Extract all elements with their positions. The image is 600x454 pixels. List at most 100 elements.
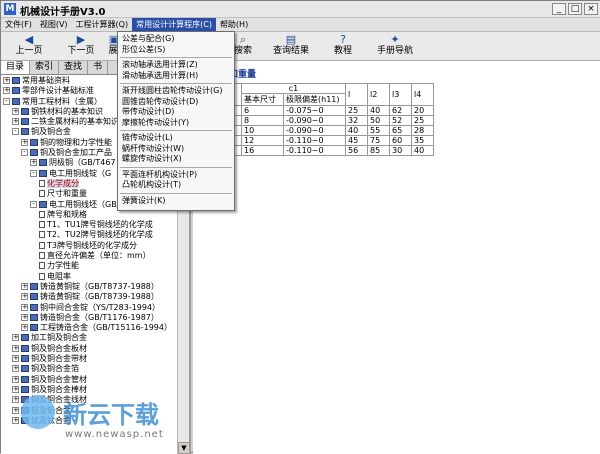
menu-item[interactable]: 文件(F) [1,18,36,31]
dropdown-menu-item[interactable]: 凸轮机构设计(T) [118,180,234,191]
menu-item[interactable]: 常用设计计算程序(C) [132,18,216,31]
tree-node[interactable]: + 加工铜及铜合金 [1,333,179,343]
collapse-node-icon[interactable]: - [3,97,10,105]
dropdown-menu-item[interactable]: 滑动轴承选用计算(H) [118,71,234,82]
maximize-icon[interactable]: □ [568,3,582,15]
dropdown-menu-item[interactable]: 摩擦轮传动设计(Y) [118,118,234,129]
dropdown-menu-item[interactable]: 链传动设计(L) [118,133,234,144]
tree-node[interactable]: + 铜中间合金锭（YS/T283-1994） [1,303,179,313]
table-cell: 40 [367,105,390,116]
minimize-icon[interactable]: _ [552,3,566,15]
expand-node-icon[interactable]: + [3,77,10,84]
expand-node-icon[interactable]: + [12,107,19,115]
back-arrow-icon: ◀ [24,33,34,46]
tree-node-label: 零部件设计基础标准 [22,86,94,96]
tree-node-label: 直径允许偏差（单位：mm） [47,251,151,261]
tree-node-label: 加工铜及铜合金 [31,333,87,343]
expand-node-icon[interactable]: + [21,138,28,146]
tree-node[interactable]: + 铸造铜合金（GB/T1176-1987） [1,313,179,323]
tree-node[interactable]: T2、TU2牌号铜线坯的化学成 [1,230,179,240]
tree-node[interactable]: 力学性能 [1,261,179,271]
tree-node[interactable]: + 铸造黄铜锭（GB/T8739-1988） [1,292,179,302]
window-title: 机械设计手册V3.0 [20,7,106,18]
book-icon [12,97,20,105]
dropdown-menu-item[interactable]: 滚动轴承选用计算(Z) [118,60,234,71]
expand-node-icon[interactable]: + [3,87,10,95]
expand-node-icon[interactable]: + [12,375,19,383]
tree-node[interactable]: 牌号和规格 [1,210,179,220]
tab-item[interactable]: 索引 [30,61,60,74]
dropdown-menu-item[interactable]: 蜗杆传动设计(W) [118,144,234,155]
tree-node-label: 铸造黄铜锭（GB/T8739-1988） [40,292,159,302]
menu-separator [120,57,232,58]
book-icon [30,324,38,332]
tree-node[interactable]: + 铜及铜合金管材 [1,375,179,385]
expand-node-icon[interactable]: + [30,159,37,167]
close-icon[interactable]: × [584,3,598,15]
book-icon [21,128,29,136]
tree-node[interactable]: 电阻率 [1,272,179,282]
design-calc-menu: 公差与配合(G) 形位公差(S) 滚动轴承选用计算(Z) 滑动轴承选用计算(H) 渐开线… [117,31,235,211]
tree-node[interactable]: + 铜及铜合金板材 [1,344,179,354]
tree-node[interactable]: + 铜及铜合金带材 [1,354,179,364]
collapse-node-icon[interactable]: - [30,169,37,177]
expand-node-icon[interactable]: + [12,355,19,363]
tree-node-label: 铜及铜合金箔 [31,364,79,374]
dropdown-menu-item[interactable]: 渐开线圆柱齿轮传动设计(G) [118,86,234,97]
table-cell: -0.090~0 [283,115,346,126]
watermark-logo-icon [21,395,55,429]
tree-node[interactable]: T3牌号铜线坯的化学成分 [1,241,179,251]
tree-node-label: T1、TU1牌号铜线坯的化学成 [47,220,153,230]
dropdown-menu-item[interactable]: 螺旋传动设计(X) [118,154,234,165]
dropdown-menu-item[interactable]: 圆锥齿轮传动设计(D) [118,97,234,108]
expand-node-icon[interactable]: + [21,303,28,311]
table-header: l4 [411,83,434,106]
forward-button[interactable]: ▶ 下一页 [59,34,103,59]
tree-node[interactable]: T1、TU1牌号铜线坯的化学成 [1,220,179,230]
expand-node-icon[interactable]: + [12,118,19,126]
expand-node-icon[interactable]: + [21,324,28,332]
dropdown-menu-item[interactable]: 弹簧设计(K) [118,196,234,207]
table-header: l3 [389,83,412,106]
table-cell: 25 [411,115,434,126]
tree-node[interactable]: 直径允许偏差（单位：mm） [1,251,179,261]
navigation-button[interactable]: ✦ 手册导航 [365,34,425,59]
menu-separator [120,83,232,84]
dropdown-menu-item[interactable]: 平面连杆机构设计(P) [118,170,234,181]
dropdown-menu-item[interactable]: 带传动设计(D) [118,107,234,118]
expand-node-icon[interactable]: + [12,344,19,352]
expand-node-icon[interactable]: + [12,365,19,373]
tree-node[interactable]: + 工程铸造合金（GB/T15116-1994） [1,323,179,333]
title-bar: M 机械设计手册V3.0 _ □ × [1,1,600,18]
menu-item[interactable]: 工程计算器(Q) [72,18,133,31]
tree-node-label: 铜及铜合金 [31,127,71,137]
tab-item[interactable]: 书 [88,61,109,74]
menu-item[interactable]: 视图(V) [36,18,72,31]
dropdown-menu-item[interactable]: 形位公差(S) [118,45,234,56]
menu-separator [120,192,232,194]
collapse-node-icon[interactable]: - [21,149,28,157]
table-cell: -0.090~0 [283,125,346,136]
book-icon [30,293,38,301]
expand-node-icon[interactable]: + [21,282,28,290]
collapse-node-icon[interactable]: - [30,200,37,208]
tutorial-button[interactable]: ? 教程 [323,34,363,59]
expand-node-icon[interactable]: + [21,293,28,301]
binoculars-icon: ⌕ [239,33,247,46]
menu-item[interactable]: 帮助(H) [216,18,252,31]
tree-node[interactable]: + 铸造黄铜锭（GB/T8737-1988） [1,282,179,292]
tree-node[interactable]: + 铜及铜合金箔 [1,364,179,374]
tree-node-label: 常用工程材料（金属） [22,96,102,106]
expand-node-icon[interactable]: + [12,334,19,342]
tab-item[interactable]: 目录 [1,61,31,74]
back-button[interactable]: ◀ 上一页 [7,34,51,59]
book-icon [21,375,29,383]
expand-node-icon[interactable]: + [21,313,28,321]
query-results-button[interactable]: ▤ 查询结果 [261,34,321,59]
table-cell: 56 [345,145,368,156]
tree-node-label: 牌号和规格 [47,209,87,219]
tab-item[interactable]: 查找 [59,61,89,74]
tree-node-label: 二铁金属材料的基本知识 [31,117,119,127]
collapse-node-icon[interactable]: - [12,128,19,136]
dropdown-menu-item[interactable]: 公差与配合(G) [118,34,234,45]
